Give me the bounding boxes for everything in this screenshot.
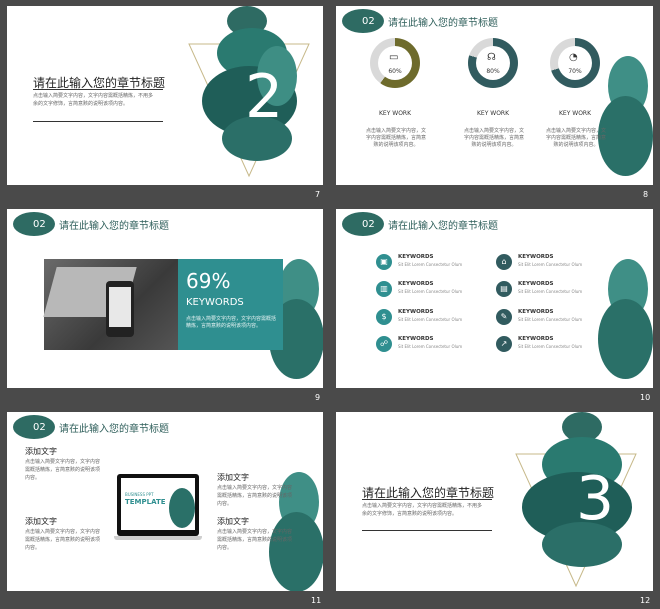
right-body-1: 点击输入简要文字内容，文字内容需概括精炼，言简意赅的说明该项内容。	[217, 485, 293, 507]
right-body-2: 点击输入简要文字内容，文字内容需概括精炼，言简意赅的说明该项内容。	[217, 529, 293, 551]
keyword-item: ☍ KEYWORDS Sit Elit Lorem Consectetur Olu…	[376, 336, 462, 352]
left-heading-2: 添加文字	[25, 517, 57, 526]
kw-desc-1: 点击输入简要文字内容，文字内容需概括精炼，言简意赅的说明该项内容。	[366, 128, 427, 148]
screen-caption-small: BUSINESS PPT	[125, 492, 154, 497]
right-heading-1: 添加文字	[217, 473, 249, 482]
section-number: 3	[576, 464, 615, 534]
right-heading-2: 添加文字	[217, 517, 249, 526]
laptop-icon: ▭	[389, 52, 399, 63]
slide-9[interactable]: 02 请在此输入您的章节标题 69% KEYWORDS 点击输入简要文字内容，文…	[7, 209, 323, 388]
header-badge: 02	[342, 212, 384, 238]
keyword-item: ↗ KEYWORDS Sit Elit Lorem Consectetur Olu…	[496, 336, 582, 352]
pie-icon: ◔	[569, 52, 578, 63]
money-icon: $	[376, 309, 392, 325]
slide-title: 请在此输入您的章节标题	[388, 221, 498, 232]
header-badge: 02	[13, 212, 55, 238]
slide-11[interactable]: 02 请在此输入您的章节标题 添加文字 点击输入简要文字内容，文字内容需概括精炼…	[7, 412, 323, 591]
screen-caption-big: TEMPLATE	[125, 498, 166, 506]
keyword-item: ⌂ KEYWORDS Sit Elit Lorem Consectetur Olu…	[496, 254, 582, 270]
left-body-1: 点击输入简要文字内容，文字内容需概括精炼，言简意赅的说明该项内容。	[25, 459, 101, 481]
slide-title: 请在此输入您的章节标题	[59, 424, 169, 435]
slide-number-12: 12	[640, 596, 651, 605]
header-badge: 02	[342, 9, 384, 35]
kw-desc-2: 点击输入简要文字内容，文字内容需概括精炼，言简意赅的说明该项内容。	[464, 128, 525, 148]
left-body-2: 点击输入简要文字内容，文字内容需概括精炼，言简意赅的说明该项内容。	[25, 529, 101, 551]
laptop-photo	[43, 259, 178, 350]
slide-desc-1: 点击输入简要文字内容，文字内容需概括精炼，不用多	[33, 93, 154, 99]
home-icon: ⌂	[496, 254, 512, 270]
slide-8[interactable]: 02 请在此输入您的章节标题 ▭ 60% KEY WORK 点击输入简要文字内容，…	[336, 6, 653, 185]
slide-title: 请在此输入您的章节标题	[388, 18, 498, 29]
slide-number-10: 10	[640, 393, 651, 402]
title-divider	[33, 89, 163, 90]
kw-desc-3: 点击输入简要文字内容，文字内容需概括精炼，言简意赅的说明该项内容。	[546, 128, 607, 148]
header-badge: 02	[13, 415, 55, 441]
kw-label-2: KEY WORK	[476, 110, 510, 117]
slide-number-11: 11	[311, 596, 322, 605]
headphones-icon: ☊	[487, 52, 496, 63]
slide-number-7: 7	[315, 190, 321, 199]
slide-number-8: 8	[643, 190, 649, 199]
title-divider	[362, 499, 492, 500]
growth-icon: ▤	[496, 281, 512, 297]
presentation-icon: ▣	[376, 254, 392, 270]
highlight-keywords: KEYWORDS	[186, 297, 244, 308]
people-icon: ☍	[376, 336, 392, 352]
laptop-mockup: BUSINESS PPT TEMPLATE	[114, 474, 202, 544]
highlight-desc: 点击输入简要文字内容，文字内容需概括精炼，言简意赅的说明该项内容。	[186, 316, 277, 329]
trend-icon: ↗	[496, 336, 512, 352]
ink-cloud	[598, 259, 653, 388]
section-number: 2	[245, 62, 284, 132]
keyword-item: ✎ KEYWORDS Sit Elit Lorem Consectetur Olu…	[496, 309, 582, 325]
slide-12[interactable]: 3 请在此输入您的章节标题 点击输入简要文字内容，文字内容需概括精炼，不用多 余…	[336, 412, 653, 591]
slide-desc-1: 点击输入简要文字内容，文字内容需概括精炼，不用多	[362, 503, 483, 509]
slide-desc-2: 余的文字修饰，言简意赅的说明该项内容。	[362, 511, 458, 517]
slide-number-9: 9	[315, 393, 321, 402]
ink-cloud	[598, 56, 653, 185]
slide-title: 请在此输入您的章节标题	[59, 221, 169, 232]
ring-chart-2: ☊ 80%	[468, 38, 518, 88]
slide-desc-2: 余的文字修饰，言简意赅的说明该项内容。	[33, 101, 129, 107]
edit-icon: ✎	[496, 309, 512, 325]
ring-chart-3: ◔ 70%	[550, 38, 600, 88]
left-heading-1: 添加文字	[25, 447, 57, 456]
keyword-item: ▥ KEYWORDS Sit Elit Lorem Consectetur Olu…	[376, 281, 462, 297]
ring-chart-1: ▭ 60%	[370, 38, 420, 88]
title-divider-bottom	[33, 121, 163, 122]
kw-label-3: KEY WORK	[558, 110, 592, 117]
highlight-pct: 69%	[186, 269, 231, 293]
keyword-item: ▣ KEYWORDS Sit Elit Lorem Consectetur Olu…	[376, 254, 462, 270]
kw-label-1: KEY WORK	[378, 110, 412, 117]
keyword-item: $ KEYWORDS Sit Elit Lorem Consectetur Olu…	[376, 309, 462, 325]
slide-7[interactable]: 2 请在此输入您的章节标题 点击输入简要文字内容，文字内容需概括精炼，不用多 余…	[7, 6, 323, 185]
highlight-panel: 69% KEYWORDS 点击输入简要文字内容，文字内容需概括精炼，言简意赅的说…	[178, 259, 283, 350]
bar-chart-icon: ▥	[376, 281, 392, 297]
title-divider-bottom	[362, 530, 492, 531]
keyword-item: ▤ KEYWORDS Sit Elit Lorem Consectetur Olu…	[496, 281, 582, 297]
slide-10[interactable]: 02 请在此输入您的章节标题 ▣ KEYWORDS Sit Elit Lorem …	[336, 209, 653, 388]
